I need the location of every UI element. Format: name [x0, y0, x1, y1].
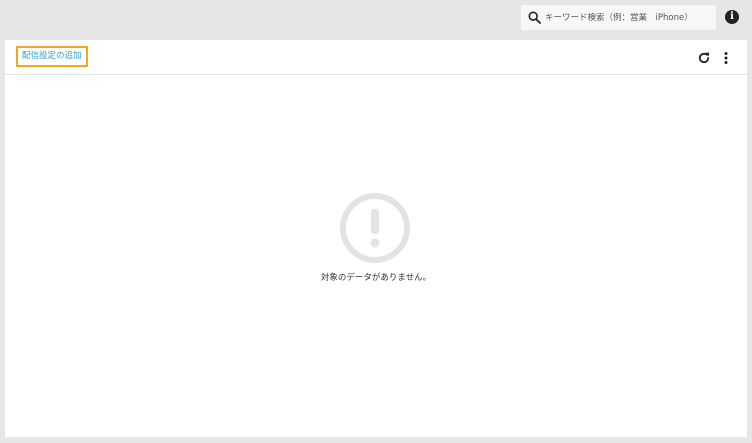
search-icon [528, 11, 541, 24]
info-icon[interactable]: i [725, 10, 739, 24]
empty-state-message: 対象のデータがありません。 [320, 273, 432, 283]
top-bar: i [0, 0, 752, 36]
exclamation-circle-icon [339, 192, 411, 264]
more-vertical-icon[interactable] [719, 50, 733, 64]
panel-toolbar: 配信設定の追加 [5, 40, 747, 75]
add-delivery-setting-button[interactable]: 配信設定の追加 [16, 46, 88, 67]
refresh-icon[interactable] [697, 50, 711, 64]
search-input[interactable] [545, 12, 715, 23]
app-window: i 配信設定の追加 [0, 0, 752, 443]
main-panel: 配信設定の追加 対象のデータがありません。 [5, 40, 747, 437]
search-box[interactable] [521, 5, 716, 30]
